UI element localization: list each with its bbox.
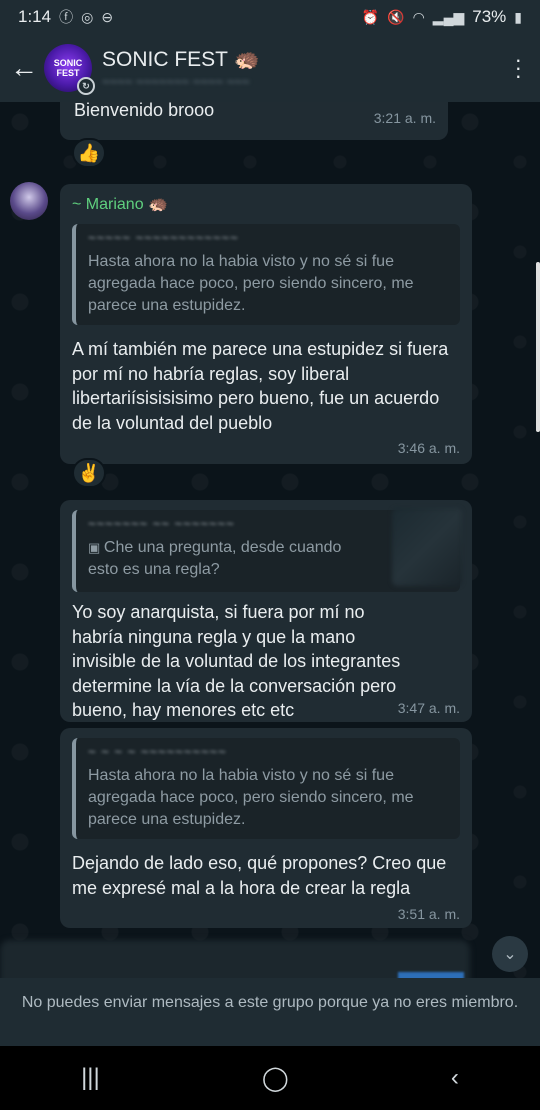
status-bar: 1:14 ⓕ ◎ ⊖ ⏰ 🔇 ◠ ▂▄▆ 73% ▮ xyxy=(0,0,540,34)
quote-text-content: Che una pregunta, desde cuando esto es u… xyxy=(88,539,342,578)
message-time: 3:47 a. m. xyxy=(397,700,460,716)
status-time: 1:14 xyxy=(18,7,52,26)
scrollbar[interactable] xyxy=(536,262,540,432)
image-icon: ▣ xyxy=(88,540,104,555)
alarm-icon: ⏰ xyxy=(361,8,380,25)
double-chevron-down-icon: ⌄ xyxy=(503,946,517,963)
minus-circle-icon: ⊖ xyxy=(101,8,114,25)
scroll-to-bottom-button[interactable]: ⌄ xyxy=(492,936,528,972)
signal-icon: ▂▄▆ xyxy=(432,8,465,25)
cannot-send-notice: No puedes enviar mensajes a este grupo p… xyxy=(0,978,540,1046)
battery-percent: 73% xyxy=(472,7,507,26)
sender-avatar[interactable] xyxy=(10,182,48,220)
message-time: 3:21 a. m. xyxy=(373,110,436,126)
recent-apps-icon[interactable]: ||| xyxy=(81,1064,100,1092)
back-icon[interactable]: ‹ xyxy=(451,1064,459,1092)
chat-area[interactable]: Bienvenido brooo 3:21 a. m. 👍 ~ Mariano … xyxy=(0,102,540,978)
header-subtitle: ~~~~ ~~~~~~~ ~~~~ ~~~ xyxy=(102,73,250,89)
avatar-logo-text: SONIC FEST xyxy=(53,58,83,78)
sender-name[interactable]: ~ Mariano 🦔 xyxy=(72,194,460,214)
quote-text: ▣ Che una pregunta, desde cuando esto es… xyxy=(88,537,372,581)
quote-author: ~ ~ ~ ~ ~~~~~~~~~~ xyxy=(88,744,227,759)
battery-icon: ▮ xyxy=(514,8,522,25)
message-text: Yo soy anarquista, si fuera por mí no ha… xyxy=(72,602,401,720)
message-bubble[interactable]: Bienvenido brooo 3:21 a. m. xyxy=(60,102,448,140)
group-title: SONIC FEST 🦔 xyxy=(102,47,260,71)
quoted-image-thumbnail xyxy=(392,508,462,586)
instagram-icon: ◎ xyxy=(81,8,94,25)
header-info[interactable]: SONIC FEST 🦔 ~~~~ ~~~~~~~ ~~~~ ~~~ xyxy=(102,48,260,89)
back-arrow-icon[interactable]: ← xyxy=(4,52,44,84)
message-bubble[interactable]: ~~~~~~~ ~~ ~~~~~~~ ▣ Che una pregunta, d… xyxy=(60,500,472,722)
group-avatar[interactable]: SONIC FEST ↻ xyxy=(44,44,95,95)
reaction-badge[interactable]: ✌️ xyxy=(72,458,106,488)
system-nav-bar: ||| ◯ ‹ xyxy=(0,1046,540,1110)
quote-text: Hasta ahora no la habia visto y no sé si… xyxy=(88,253,414,314)
message-text: Dejando de lado eso, qué propones? Creo … xyxy=(72,853,447,898)
reaction-badge[interactable]: 👍 xyxy=(72,138,106,168)
message-text: A mí también me parece una estupidez si … xyxy=(72,339,449,433)
message-bubble[interactable]: ~ ~ ~ ~ ~~~~~~~~~~ Hasta ahora no la hab… xyxy=(60,728,472,928)
quote-author: ~~~~~~~ ~~ ~~~~~~~ xyxy=(88,516,235,531)
wifi-icon: ◠ xyxy=(412,8,425,25)
more-options-icon[interactable]: · · · xyxy=(515,49,522,87)
quoted-message[interactable]: ~ ~ ~ ~ ~~~~~~~~~~ Hasta ahora no la hab… xyxy=(72,738,460,839)
mute-icon: 🔇 xyxy=(387,8,405,25)
message-time: 3:51 a. m. xyxy=(397,906,460,922)
quoted-message[interactable]: ~~~~~ ~~~~~~~~~~~~ Hasta ahora no la hab… xyxy=(72,224,460,325)
message-bubble[interactable]: ~ Mariano 🦔 ~~~~~ ~~~~~~~~~~~~ Hasta aho… xyxy=(60,184,472,464)
community-badge-icon: ↻ xyxy=(77,77,95,95)
quote-author: ~~~~~ ~~~~~~~~~~~~ xyxy=(88,230,239,245)
chat-header: ← SONIC FEST ↻ SONIC FEST 🦔 ~~~~ ~~~~~~~… xyxy=(0,34,540,102)
quote-text: Hasta ahora no la habia visto y no sé si… xyxy=(88,767,414,828)
home-icon[interactable]: ◯ xyxy=(262,1064,289,1093)
message-time: 3:46 a. m. xyxy=(397,440,460,456)
facebook-icon: ⓕ xyxy=(59,9,74,25)
